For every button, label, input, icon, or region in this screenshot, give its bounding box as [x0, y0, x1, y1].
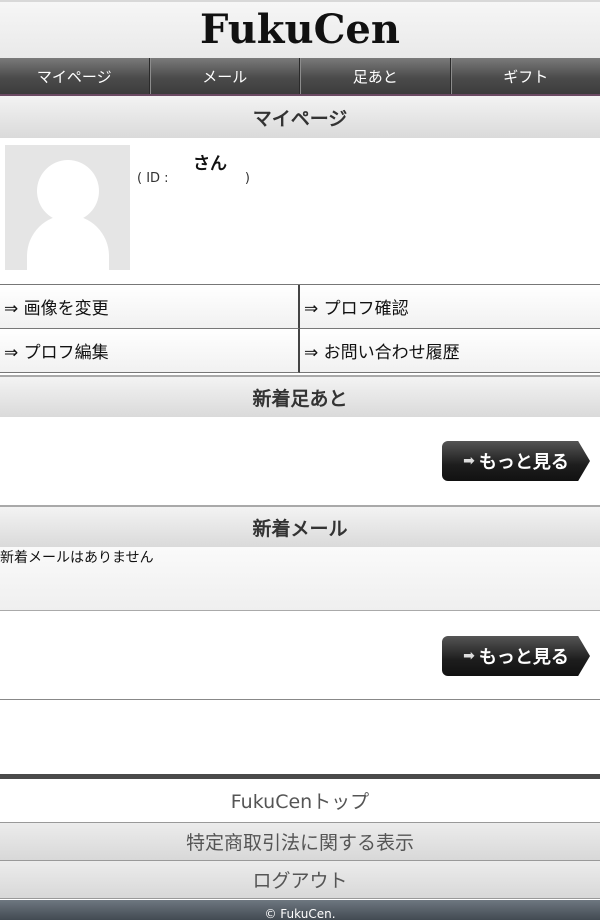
- main-nav: マイページ メール 足あと ギフト: [0, 58, 600, 96]
- footer-legal-link[interactable]: 特定商取引法に関する表示: [0, 823, 600, 861]
- app-header: FukuCen: [0, 0, 600, 58]
- inquiry-history-link[interactable]: ⇒ お問い合わせ履歴: [300, 329, 600, 373]
- site-logo[interactable]: FukuCen: [0, 2, 600, 58]
- nav-mail[interactable]: メール: [149, 58, 300, 94]
- nav-mypage[interactable]: マイページ: [0, 58, 150, 94]
- mail-more-label: もっと見る: [478, 647, 569, 668]
- mypage-heading: マイページ: [0, 96, 600, 138]
- nav-gift[interactable]: ギフト: [450, 58, 600, 94]
- profile-card: さん ( ID : ): [0, 138, 600, 284]
- default-avatar-icon[interactable]: [5, 145, 130, 270]
- logout-link[interactable]: ログアウト: [0, 861, 600, 899]
- user-id-prefix: ( ID :: [137, 171, 169, 186]
- profile-links: ⇒ 画像を変更 ⇒ プロフ確認 ⇒ プロフ編集 ⇒ お問い合わせ履歴: [0, 284, 600, 373]
- mail-more-row: ➡ もっと見る: [0, 611, 600, 700]
- user-id-suffix: ): [244, 171, 250, 186]
- mail-empty-message: 新着メールはありません: [0, 547, 600, 611]
- user-id: ( ID : ): [137, 171, 250, 186]
- change-image-link[interactable]: ⇒ 画像を変更: [0, 285, 300, 329]
- nav-footprints[interactable]: 足あと: [300, 58, 451, 94]
- footer-top-link[interactable]: FukuCenトップ: [0, 779, 600, 823]
- mail-more-button[interactable]: ➡ もっと見る: [442, 636, 590, 676]
- footprints-more-row: ➡ もっと見る: [0, 417, 600, 505]
- footprints-more-button[interactable]: ➡ もっと見る: [442, 441, 590, 481]
- mail-heading: 新着メール: [0, 505, 600, 547]
- footer-links: FukuCenトップ 特定商取引法に関する表示 ログアウト: [0, 774, 600, 899]
- profile-edit-link[interactable]: ⇒ プロフ編集: [0, 329, 300, 373]
- arrow-right-icon: ➡: [463, 453, 475, 469]
- copyright: © FukuCen.: [0, 900, 600, 920]
- footprints-more-label: もっと見る: [478, 452, 569, 473]
- arrow-right-icon: ➡: [463, 648, 475, 664]
- profile-view-link[interactable]: ⇒ プロフ確認: [300, 285, 600, 329]
- footprints-heading: 新着足あと: [0, 375, 600, 417]
